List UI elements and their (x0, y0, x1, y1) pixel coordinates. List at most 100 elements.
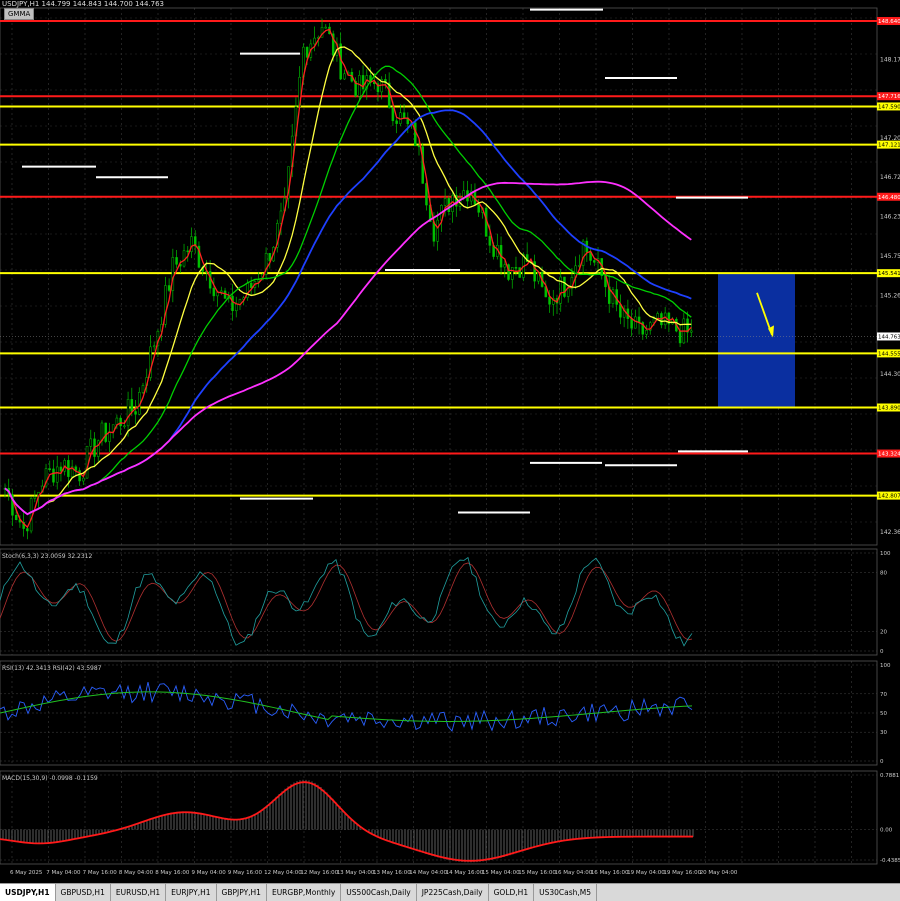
candle-body (443, 198, 447, 206)
ema-yellow-line (4, 46, 692, 515)
candle-body (503, 264, 507, 268)
level-price-label: 143.324 (878, 452, 900, 458)
x-tick-label: 19 May 04:00 (627, 870, 665, 876)
chart-tab-3[interactable]: EURJPY,H1 (166, 884, 217, 901)
price-tick-label: 146.720 (880, 174, 900, 181)
candle-body (134, 411, 137, 415)
candle-body (690, 330, 693, 333)
symbol-info: USDJPY,H1 144.799 144.843 144.700 144.76… (2, 0, 164, 8)
candle-body (26, 528, 29, 532)
candle-body (678, 330, 682, 344)
candle-body (141, 385, 145, 393)
x-tick-label: 19 May 16:00 (663, 870, 701, 876)
candle-body (231, 295, 234, 312)
candle-body (402, 112, 406, 119)
candle-body (167, 285, 171, 291)
candle-body (55, 466, 59, 483)
chart-tab-9[interactable]: US30Cash,M5 (534, 884, 598, 901)
gmma-badge: GMMA (4, 8, 35, 20)
candle-body (477, 204, 480, 213)
candle-body (391, 107, 395, 122)
chart-tab-1[interactable]: GBPUSD,H1 (56, 884, 111, 901)
x-tick-label: 8 May 16:00 (155, 870, 190, 876)
oscillator-tick-label: 30 (880, 730, 887, 736)
price-tick-label: 142.360 (880, 529, 900, 536)
candle-body (324, 26, 328, 29)
chart-tab-6[interactable]: US500Cash,Daily (341, 884, 417, 901)
candle-body (305, 46, 309, 58)
candle-body (96, 440, 100, 457)
chart-area[interactable]: 148.170147.205146.720146.235145.750145.2… (0, 0, 900, 883)
x-tick-label: 15 May 04:00 (482, 870, 520, 876)
candle-body (130, 399, 134, 412)
oscillator-tick-label: 0.7881 (880, 773, 899, 779)
candle-body (417, 145, 421, 148)
candle-body (89, 438, 93, 447)
level-price-label: 147.590 (878, 104, 900, 110)
oscillator-tick-label: 50 (880, 711, 887, 717)
candle-body (85, 445, 89, 479)
candle-body (645, 330, 648, 335)
x-tick-label: 9 May 16:00 (228, 870, 263, 876)
candle-body (234, 304, 238, 312)
candle-body (14, 515, 18, 520)
candle-body (630, 318, 633, 329)
chart-tab-8[interactable]: GOLD,H1 (489, 884, 535, 901)
oscillator-tick-label: 0.00 (880, 828, 893, 834)
x-tick-label: 12 May 04:00 (264, 870, 302, 876)
x-tick-label: 15 May 16:00 (518, 870, 556, 876)
candle-body (510, 267, 514, 280)
level-price-label: 147.121 (878, 143, 900, 149)
x-tick-label: 13 May 16:00 (373, 870, 411, 876)
price-tick-label: 148.170 (880, 56, 900, 63)
candle-body (186, 250, 190, 253)
macd-signal-line (0, 781, 693, 862)
oscillator-tick-label: 0 (880, 649, 884, 655)
candle-body (123, 425, 126, 428)
candle-body (152, 345, 156, 348)
chart-tab-5[interactable]: EURGBP,Monthly (267, 884, 342, 901)
level-price-label: 146.480 (878, 195, 900, 201)
oscillator-tick-label: 70 (880, 692, 887, 698)
candle-body (451, 195, 454, 212)
ema-magenta-line (4, 180, 692, 516)
stoch-main-line (0, 556, 693, 647)
candle-body (634, 316, 637, 329)
ema-fast-line (4, 28, 692, 529)
candle-body (59, 466, 63, 472)
price-tick-label: 145.265 (880, 293, 900, 300)
x-tick-label: 7 May 04:00 (46, 870, 81, 876)
price-tick-label: 144.300 (880, 371, 900, 378)
chart-tab-4[interactable]: GBPJPY,H1 (217, 884, 267, 901)
oscillator-panel-border (0, 770, 878, 865)
stoch-signal-line (0, 562, 693, 642)
x-tick-label: 9 May 04:00 (192, 870, 227, 876)
level-price-label: 143.890 (878, 405, 900, 411)
candle-body (488, 236, 492, 246)
oscillator-title: MACD(15,30,9) -0.0998 -0.1159 (2, 775, 98, 782)
candle-body (619, 304, 622, 318)
level-price-label: 142.807 (878, 494, 900, 500)
price-tick-label: 145.750 (880, 253, 900, 260)
candle-body (33, 496, 37, 499)
level-price-label: 148.640 (878, 19, 900, 25)
x-tick-label: 7 May 16:00 (83, 870, 118, 876)
rsi-fast-line (0, 681, 693, 732)
oscillator-tick-label: -0.4385 (880, 858, 900, 864)
candle-body (212, 287, 216, 297)
oscillator-tick-label: 0 (880, 759, 884, 765)
x-tick-label: 12 May 16:00 (300, 870, 338, 876)
x-tick-label: 13 May 04:00 (337, 870, 375, 876)
x-tick-label: 16 May 16:00 (591, 870, 629, 876)
candle-body (566, 288, 570, 297)
candle-body (29, 498, 33, 532)
oscillator-tick-label: 100 (880, 551, 891, 557)
oscillator-tick-label: 20 (880, 629, 887, 635)
chart-tab-7[interactable]: JP225Cash,Daily (417, 884, 489, 901)
chart-tab-2[interactable]: EURUSD,H1 (111, 884, 167, 901)
chart-tab-0[interactable]: USDJPY,H1 (0, 884, 56, 901)
candle-body (563, 276, 566, 297)
oscillator-title: Stoch(6,3,3) 23.0059 32.2312 (2, 553, 93, 560)
symbol-tab-bar: USDJPY,H1 GBPUSD,H1 EURUSD,H1 EURJPY,H1 GBPJ… (0, 883, 900, 901)
candle-body (663, 312, 667, 326)
